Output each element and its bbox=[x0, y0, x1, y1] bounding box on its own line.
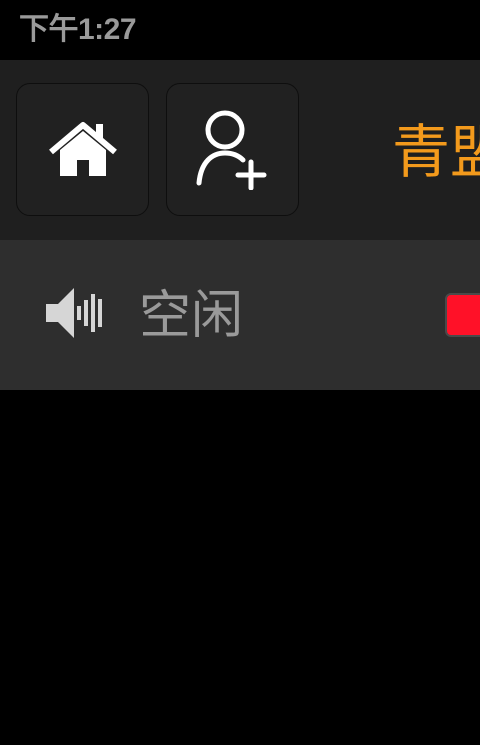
status-label: 空闲 bbox=[139, 286, 244, 346]
status-bar: 下午1:27 bbox=[0, 0, 480, 60]
content-area bbox=[0, 390, 480, 745]
status-time: 下午1:27 bbox=[19, 13, 137, 46]
page-title: 青盟 bbox=[392, 118, 480, 186]
add-user-icon bbox=[196, 110, 266, 190]
status-row: 空闲 bbox=[0, 240, 480, 390]
speaker-icon bbox=[46, 288, 102, 338]
status-indicator bbox=[445, 293, 480, 337]
home-icon bbox=[48, 121, 117, 176]
add-user-button[interactable] bbox=[166, 83, 299, 216]
home-button[interactable] bbox=[16, 83, 149, 216]
toolbar: 青盟 bbox=[0, 60, 480, 240]
